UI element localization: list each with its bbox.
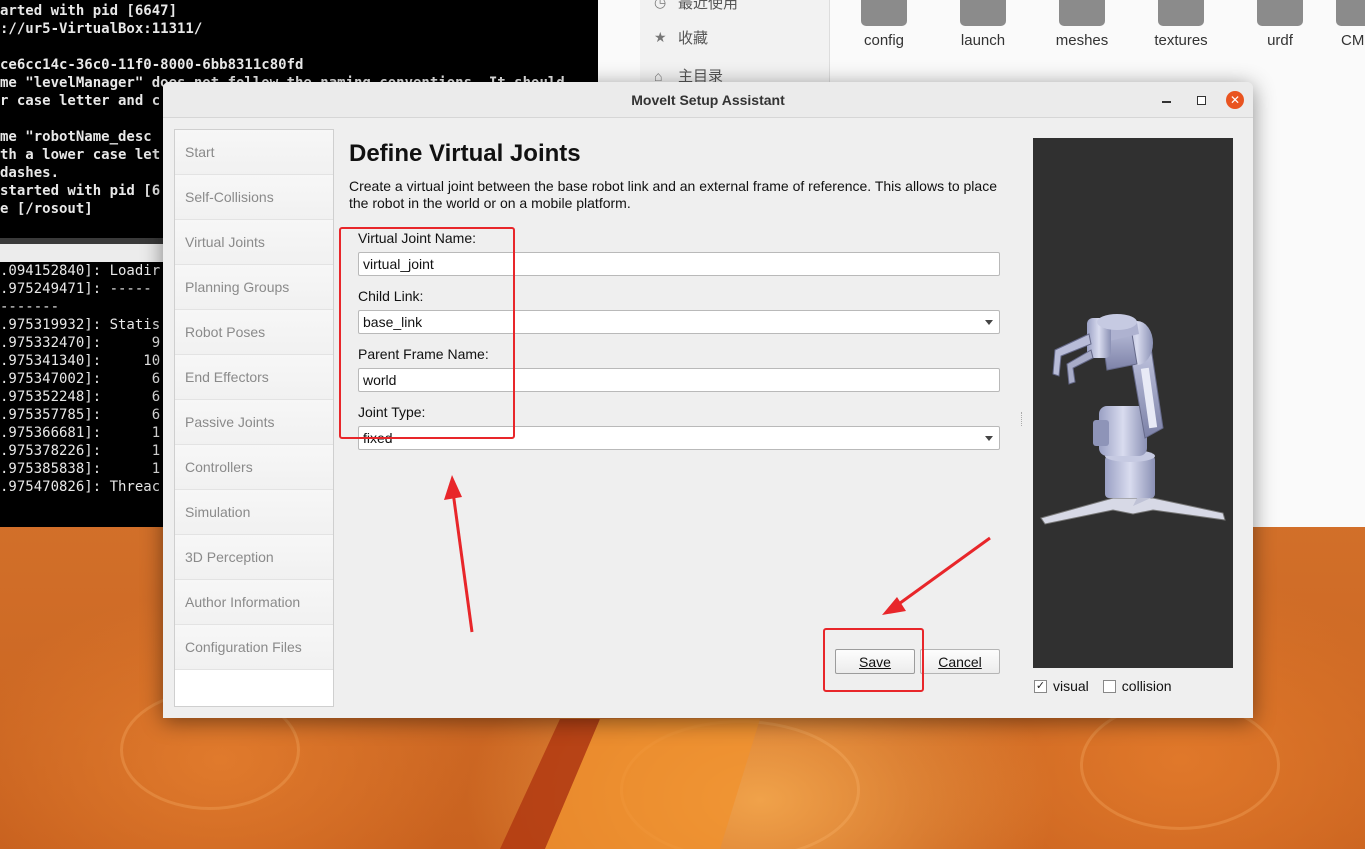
folder-item[interactable]: textures bbox=[1136, 0, 1226, 49]
folder-icon bbox=[1257, 0, 1303, 26]
window-titlebar[interactable]: MoveIt Setup Assistant ✕ bbox=[163, 82, 1253, 118]
nav-item-self-collisions[interactable]: Self-Collisions bbox=[175, 175, 333, 220]
nav-item-virtual-joints[interactable]: Virtual Joints bbox=[175, 220, 333, 265]
virtual-joints-panel: Define Virtual Joints Create a virtual j… bbox=[349, 140, 1009, 450]
maximize-icon bbox=[1196, 95, 1206, 105]
checkbox-unchecked-icon bbox=[1102, 679, 1116, 693]
robot-3d-preview[interactable] bbox=[1033, 138, 1233, 668]
folder-item[interactable]: urdf bbox=[1235, 0, 1325, 49]
folder-label: CMa bbox=[1341, 32, 1365, 49]
nav-item-controllers[interactable]: Controllers bbox=[175, 445, 333, 490]
star-icon: ★ bbox=[654, 29, 667, 45]
nav-item-start[interactable]: Start bbox=[175, 130, 333, 175]
cancel-button-label: Cancel bbox=[938, 653, 982, 670]
folder-label: config bbox=[863, 32, 905, 49]
annotation-save-highlight bbox=[823, 628, 924, 692]
nav-item-end-effectors[interactable]: End Effectors bbox=[175, 355, 333, 400]
maximize-button[interactable] bbox=[1192, 91, 1210, 109]
folder-icon bbox=[1158, 0, 1204, 26]
folder-item[interactable]: CMa bbox=[1320, 0, 1365, 49]
folder-label: textures bbox=[1154, 32, 1208, 49]
sidebar-item-starred[interactable]: ★ 收藏 bbox=[654, 27, 708, 48]
moveit-setup-dialog: MoveIt Setup Assistant ✕ Start Self-Colli… bbox=[163, 82, 1253, 718]
checkbox-checked-icon: ✓ bbox=[1034, 679, 1047, 693]
nav-item-simulation[interactable]: Simulation bbox=[175, 490, 333, 535]
nav-item-3d-perception[interactable]: 3D Perception bbox=[175, 535, 333, 580]
page-description: Create a virtual joint between the base … bbox=[349, 178, 997, 211]
folder-icon bbox=[861, 0, 907, 26]
folder-icon bbox=[1336, 0, 1365, 26]
minimize-icon bbox=[1161, 101, 1171, 103]
visual-checkbox[interactable]: ✓ visual bbox=[1034, 678, 1089, 694]
folder-icon bbox=[960, 0, 1006, 26]
close-icon: ✕ bbox=[1229, 93, 1241, 107]
nav-item-passive-joints[interactable]: Passive Joints bbox=[175, 400, 333, 445]
window-title: MoveIt Setup Assistant bbox=[631, 91, 785, 108]
nav-item-robot-poses[interactable]: Robot Poses bbox=[175, 310, 333, 355]
folder-label: meshes bbox=[1055, 32, 1109, 49]
folder-item[interactable]: meshes bbox=[1037, 0, 1127, 49]
collision-checkbox-label: collision bbox=[1121, 678, 1172, 694]
nav-item-configuration-files[interactable]: Configuration Files bbox=[175, 625, 333, 670]
visual-checkbox-label: visual bbox=[1053, 678, 1089, 694]
minimize-button[interactable] bbox=[1157, 91, 1175, 109]
sidebar-item-label: 最近使用 bbox=[678, 0, 739, 12]
terminal-line: ://ur5-VirtualBox:11311/ bbox=[0, 21, 203, 37]
folder-label: launch bbox=[960, 32, 1006, 49]
terminal-line: ce6cc14c-36c0-11f0-8000-6bb8311c80fd bbox=[0, 57, 304, 73]
chevron-down-icon bbox=[985, 320, 993, 325]
robot-arm-render bbox=[1040, 314, 1226, 525]
nav-item-author-information[interactable]: Author Information bbox=[175, 580, 333, 625]
preview-toggles: ✓ visual collision bbox=[1034, 678, 1172, 694]
sidebar-item-recent[interactable]: ◷ 最近使用 bbox=[654, 0, 738, 13]
folder-icon bbox=[1059, 0, 1105, 26]
folder-label: urdf bbox=[1267, 32, 1293, 49]
close-button[interactable]: ✕ bbox=[1226, 91, 1244, 109]
page-title: Define Virtual Joints bbox=[349, 140, 581, 167]
sidebar-item-label: 收藏 bbox=[678, 30, 709, 47]
collision-checkbox[interactable]: collision bbox=[1102, 678, 1172, 694]
nav-item-planning-groups[interactable]: Planning Groups bbox=[175, 265, 333, 310]
folder-item[interactable]: launch bbox=[938, 0, 1028, 49]
panel-splitter-handle[interactable] bbox=[1021, 412, 1023, 426]
setup-steps-nav: Start Self-Collisions Virtual Joints Planni… bbox=[174, 129, 334, 707]
folder-item[interactable]: config bbox=[839, 0, 929, 49]
terminal-line: arted with pid [6647] bbox=[0, 3, 178, 19]
chevron-down-icon bbox=[985, 436, 993, 441]
clock-icon: ◷ bbox=[654, 0, 667, 10]
annotation-fields-highlight bbox=[339, 227, 515, 439]
cancel-button[interactable]: Cancel bbox=[920, 649, 1000, 674]
